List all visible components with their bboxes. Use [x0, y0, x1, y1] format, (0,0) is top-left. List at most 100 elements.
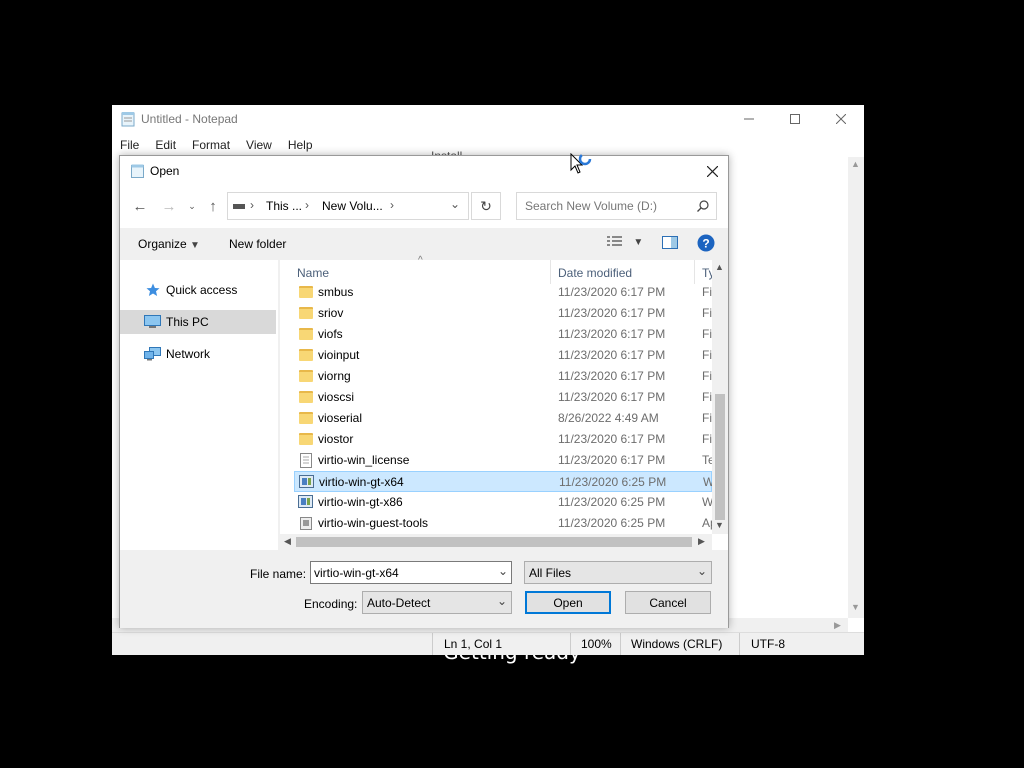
dialog-titlebar[interactable]: Open: [120, 156, 728, 186]
file-name: viofs: [318, 327, 343, 341]
file-name-label: File name:: [250, 567, 307, 581]
column-header-type[interactable]: Ty: [702, 266, 712, 280]
dialog-footer: File name: virtio-win-gt-x64 ⌄ All Files…: [120, 550, 728, 628]
scrollbar-thumb[interactable]: [715, 394, 725, 520]
file-name-input[interactable]: virtio-win-gt-x64: [314, 566, 399, 580]
folder-icon: [299, 370, 313, 382]
file-name: virtio-win-gt-x86: [318, 495, 403, 509]
file-list-vertical-scrollbar[interactable]: ▲ ▼: [712, 260, 728, 534]
minimize-icon: [744, 118, 754, 120]
file-row-virtio-win-gt-x86[interactable]: virtio-win-gt-x86 11/23/2020 6:25 PM W: [294, 492, 712, 513]
breadcrumb-separator-icon: ›: [250, 198, 254, 212]
scroll-up-icon[interactable]: ▲: [715, 262, 724, 272]
address-bar[interactable]: › This ... › New Volu... › ⌄: [227, 192, 469, 220]
organize-button[interactable]: Organize ▼: [138, 237, 200, 251]
arrow-right-icon: →: [161, 197, 177, 215]
close-button[interactable]: [818, 105, 864, 133]
nav-quick-access[interactable]: Quick access: [120, 278, 276, 302]
chevron-down-icon[interactable]: ⌄: [498, 564, 508, 578]
menu-view[interactable]: View: [238, 135, 280, 155]
file-row-virtio-win-gt-x64[interactable]: virtio-win-gt-x64 11/23/2020 6:25 PM W: [294, 471, 713, 492]
maximize-button[interactable]: [772, 105, 818, 133]
file-type: Fi: [702, 285, 712, 299]
column-divider[interactable]: [550, 260, 551, 284]
folder-icon: [299, 412, 313, 424]
open-button[interactable]: Open: [525, 591, 611, 614]
dialog-close-button[interactable]: [696, 156, 728, 186]
minimize-button[interactable]: [726, 105, 772, 133]
refresh-icon: ↻: [480, 197, 492, 214]
search-input[interactable]: Search New Volume (D:): [525, 199, 657, 213]
search-box[interactable]: Search New Volume (D:): [516, 192, 717, 220]
file-row-vioserial[interactable]: vioserial 8/26/2022 4:49 AM Fi: [294, 408, 712, 429]
file-row-smbus[interactable]: smbus 11/23/2020 6:17 PM Fi: [294, 282, 712, 303]
scroll-left-icon[interactable]: ◀: [284, 536, 291, 547]
file-type: Fi: [702, 432, 712, 446]
nav-label: Network: [166, 347, 211, 361]
file-row-viorng[interactable]: viorng 11/23/2020 6:17 PM Fi: [294, 366, 712, 387]
breadcrumb-separator-icon: ›: [305, 198, 309, 212]
folder-icon: [299, 286, 313, 298]
file-type: Fi: [702, 369, 712, 383]
preview-pane-button[interactable]: [662, 236, 678, 252]
file-row-viostor[interactable]: viostor 11/23/2020 6:17 PM Fi: [294, 429, 712, 450]
menu-format[interactable]: Format: [184, 135, 238, 155]
breadcrumb-new-volume[interactable]: New Volu...: [322, 199, 383, 213]
file-date: 11/23/2020 6:17 PM: [558, 285, 666, 299]
notepad-statusbar: Ln 1, Col 1 100% Windows (CRLF) UTF-8: [112, 632, 864, 655]
file-row-virtio-win-license[interactable]: virtio-win_license 11/23/2020 6:17 PM Te: [294, 450, 712, 471]
back-button[interactable]: ←: [129, 196, 151, 216]
drive-icon: [233, 204, 245, 209]
cancel-button[interactable]: Cancel: [625, 591, 711, 614]
scrollbar-thumb[interactable]: [296, 537, 692, 547]
new-folder-button[interactable]: New folder: [229, 237, 286, 251]
file-row-viofs[interactable]: viofs 11/23/2020 6:17 PM Fi: [294, 324, 712, 345]
nav-this-pc[interactable]: This PC: [120, 310, 276, 334]
scroll-right-icon[interactable]: ▶: [698, 536, 705, 547]
file-row-vioscsi[interactable]: vioscsi 11/23/2020 6:17 PM Fi: [294, 387, 712, 408]
text-file-icon: [300, 453, 312, 468]
menu-file[interactable]: File: [112, 135, 147, 155]
file-list-horizontal-scrollbar[interactable]: ◀ ▶: [280, 534, 712, 550]
close-icon: [836, 114, 846, 124]
file-name-combobox[interactable]: virtio-win-gt-x64 ⌄: [310, 561, 512, 584]
installer-package-icon: [298, 495, 313, 508]
forward-button[interactable]: →: [158, 196, 180, 216]
file-type-filter[interactable]: All Files ⌄: [524, 561, 712, 584]
notepad-menubar: File Edit Format View Help: [112, 135, 321, 155]
file-row-vioinput[interactable]: vioinput 11/23/2020 6:17 PM Fi: [294, 345, 712, 366]
column-divider[interactable]: [694, 260, 695, 284]
menu-help[interactable]: Help: [280, 135, 321, 155]
status-divider: [739, 633, 740, 655]
view-options-button[interactable]: ▼: [606, 234, 643, 251]
up-button[interactable]: ↑: [202, 196, 224, 216]
file-type: W: [702, 495, 712, 509]
notepad-vertical-scrollbar[interactable]: ▲ ▼: [848, 157, 864, 618]
breadcrumb-separator-icon: ›: [390, 198, 394, 212]
file-date: 11/23/2020 6:17 PM: [558, 453, 666, 467]
help-button[interactable]: ?: [697, 234, 715, 255]
file-name: vioinput: [318, 348, 360, 362]
refresh-button[interactable]: ↻: [471, 192, 501, 220]
recent-locations-button[interactable]: ⌄: [181, 196, 203, 216]
file-date: 11/23/2020 6:17 PM: [558, 327, 666, 341]
column-header-date[interactable]: Date modified: [558, 266, 632, 280]
menu-edit[interactable]: Edit: [147, 135, 184, 155]
file-date: 8/26/2022 4:49 AM: [558, 411, 659, 425]
file-row-sriov[interactable]: sriov 11/23/2020 6:17 PM Fi: [294, 303, 712, 324]
installer-package-icon: [299, 475, 314, 488]
scroll-right-icon[interactable]: ▶: [834, 620, 841, 631]
file-row-virtio-win-guest-tools[interactable]: virtio-win-guest-tools 11/23/2020 6:25 P…: [294, 513, 712, 534]
chevron-down-icon[interactable]: ⌄: [450, 197, 460, 211]
folder-icon: [299, 328, 313, 340]
file-name: virtio-win-guest-tools: [318, 516, 429, 530]
scroll-down-icon[interactable]: ▼: [851, 602, 860, 612]
column-header-name[interactable]: Name: [297, 266, 329, 280]
encoding-select[interactable]: Auto-Detect ⌄: [362, 591, 512, 614]
scroll-up-icon[interactable]: ▲: [851, 159, 860, 169]
encoding-label: Encoding:: [304, 597, 358, 611]
nav-network[interactable]: Network: [120, 342, 276, 366]
scroll-down-icon[interactable]: ▼: [715, 520, 724, 530]
breadcrumb-this-pc[interactable]: This ...: [266, 199, 302, 213]
notepad-titlebar[interactable]: Untitled - Notepad: [112, 105, 864, 133]
